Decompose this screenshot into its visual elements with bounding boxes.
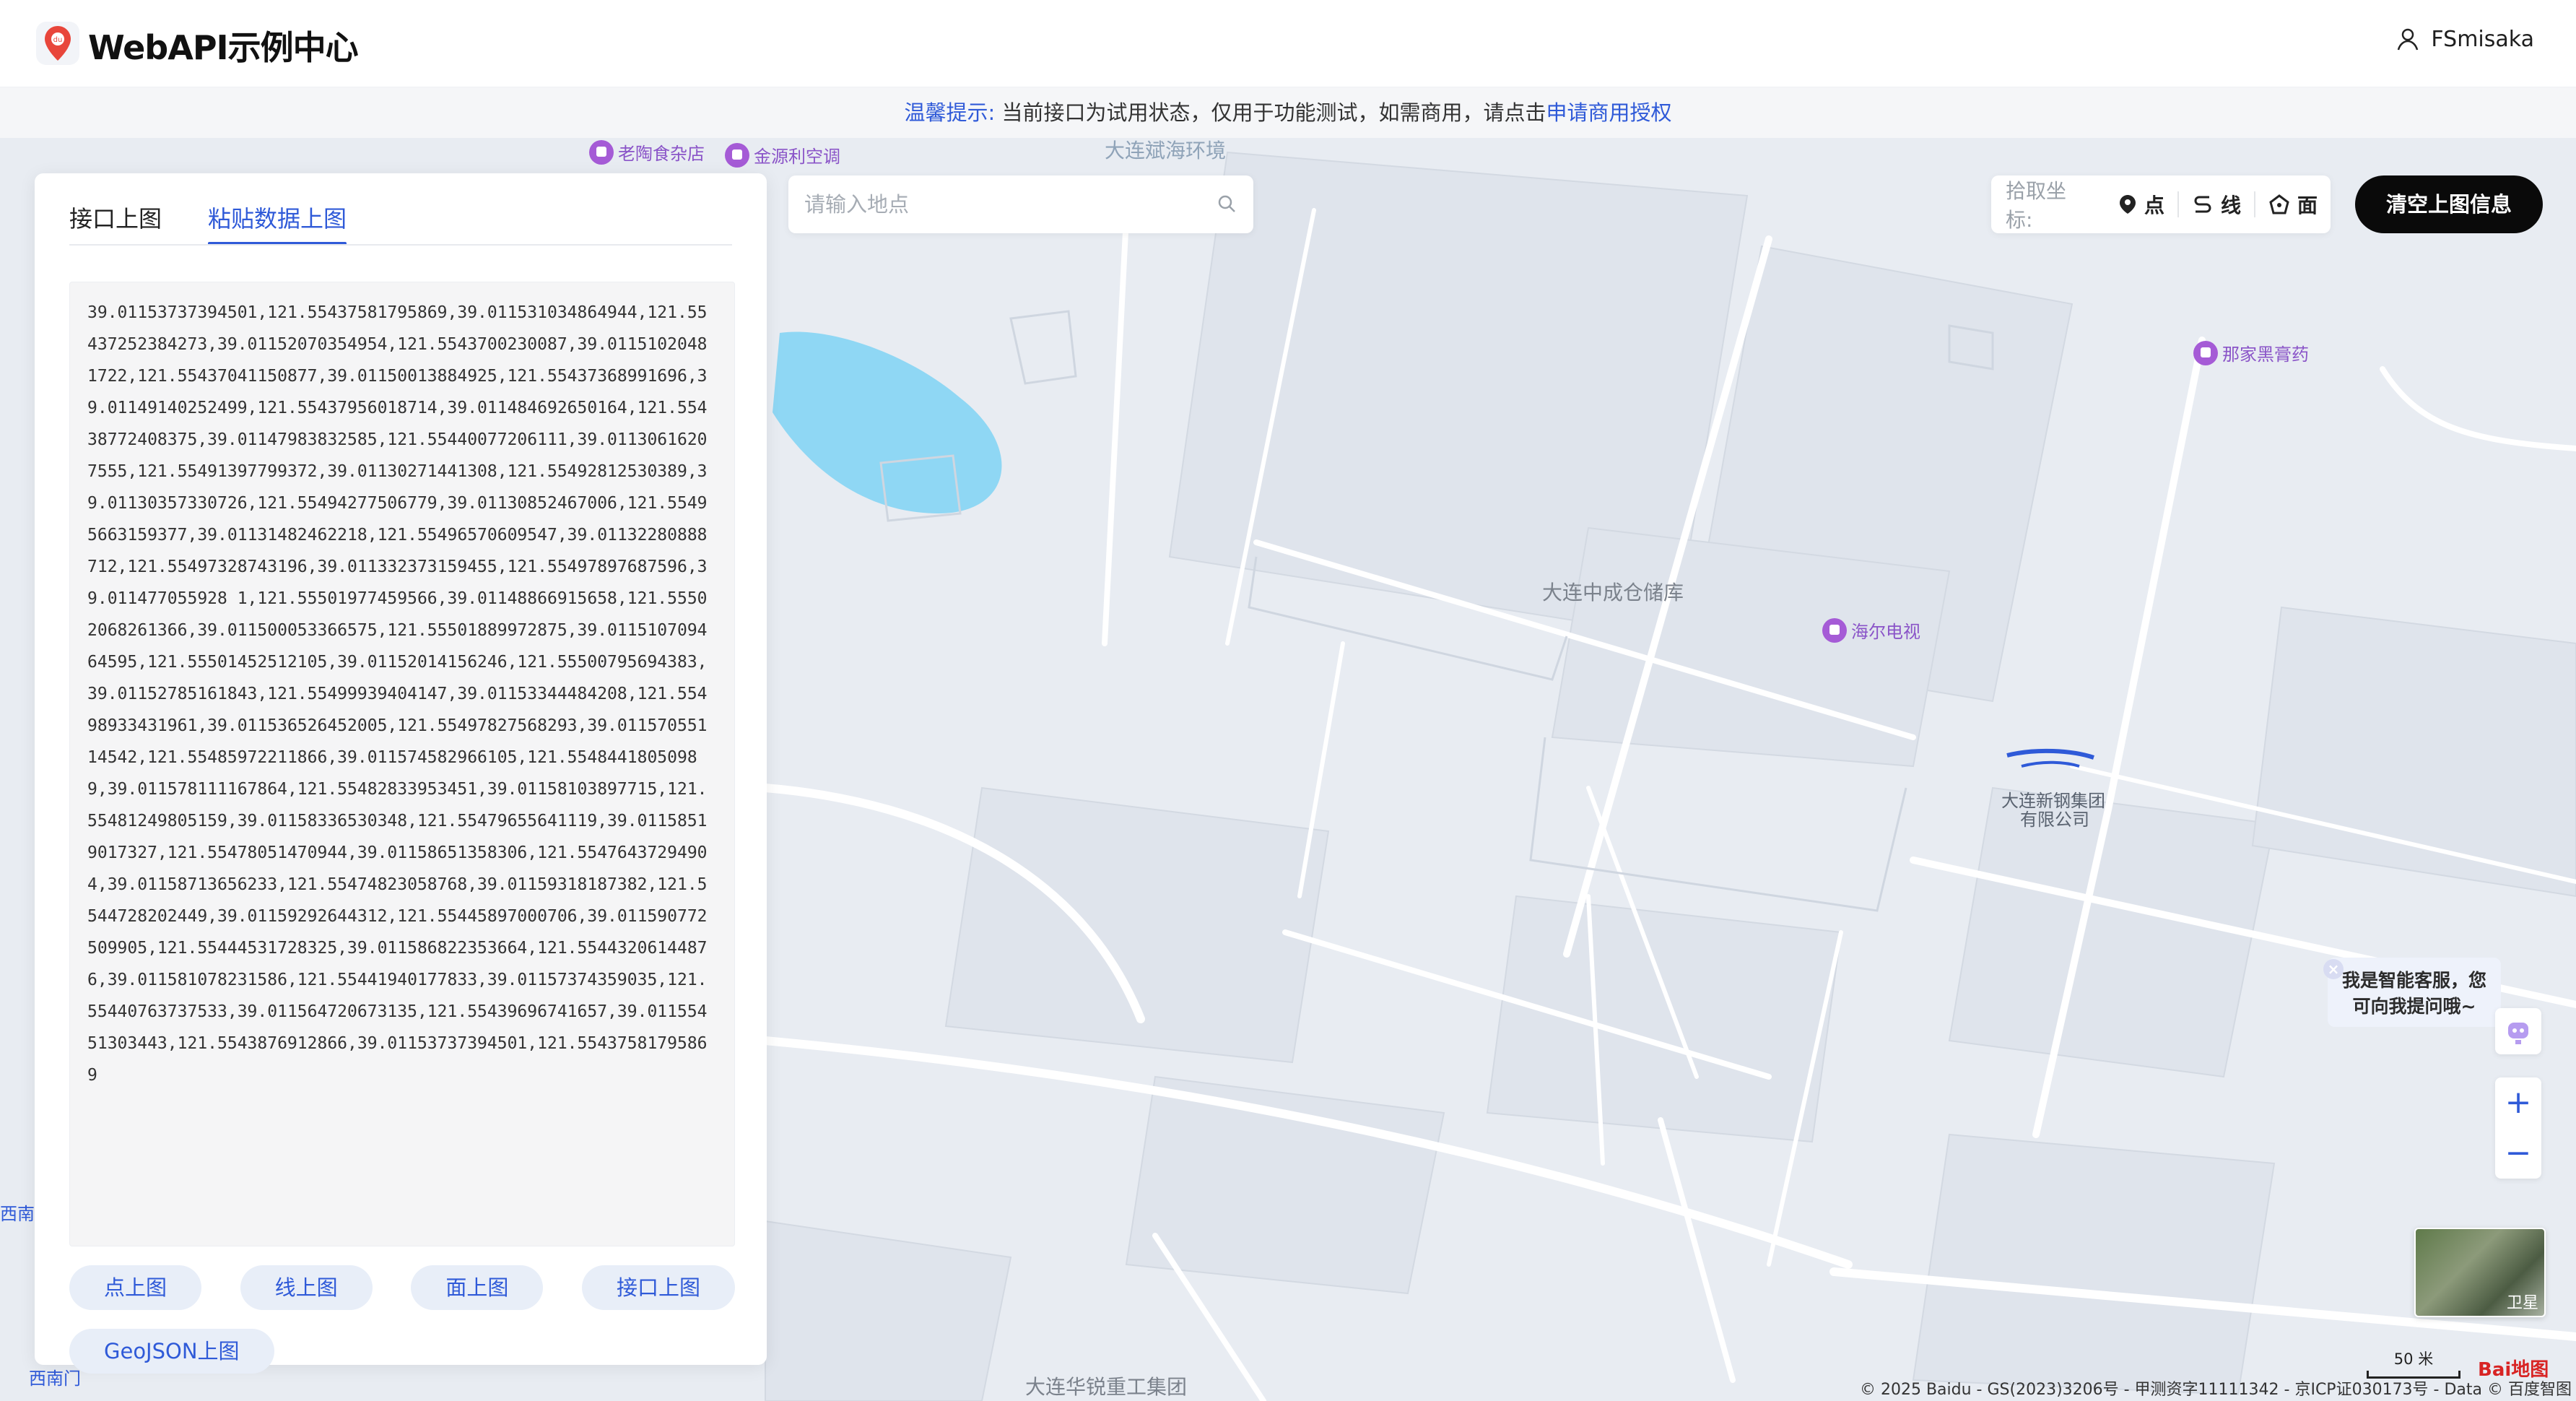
robot-icon [2508,1023,2528,1044]
map-area-label: 西南门 [29,1369,81,1389]
ai-assistant-bubble[interactable]: × 我是智能客服，您 可向我提问哦~ [2323,958,2501,1027]
page-title: WebAPI示例中心 [88,28,359,67]
clear-plot-button[interactable]: 清空上图信息 [2355,175,2543,233]
plot-line-button[interactable]: 线上图 [240,1265,373,1310]
commercial-license-link[interactable]: 申请商用授权 [1546,100,1672,125]
map-poi[interactable]: 金源利空调 [725,142,840,168]
search-input[interactable] [803,175,1210,235]
map-poi[interactable]: 那家黑膏药 [2193,340,2309,365]
location-pin-icon [2120,195,2136,214]
map-poi[interactable]: 老陶食杂店 [589,139,705,165]
shop-pin-icon [1822,617,1847,643]
map-poi[interactable]: 海尔电视 [1822,617,1920,643]
zoom-control: + − [2495,1077,2541,1179]
map-area-label: 西南 [0,1204,35,1224]
tab-api-plot[interactable]: 接口上图 [69,194,162,244]
ai-assistant-button[interactable] [2495,1008,2541,1054]
map-area-label: 大连中成仓储库 [1542,581,1684,604]
search-box [788,175,1253,235]
svg-text:du: du [53,36,63,44]
data-panel: 接口上图 粘贴数据上图 39.01153737394501,121.554375… [35,173,767,1374]
map-area-label: 大连华锐重工集团 [1025,1375,1188,1399]
satellite-label: 卫星 [2506,1294,2538,1312]
polyline-icon [2194,196,2211,213]
polygon-icon [2269,194,2289,214]
plot-geojson-button[interactable]: GeoJSON上图 [69,1329,274,1374]
plot-polygon-button[interactable]: 面上图 [411,1265,544,1310]
pick-label: 拾取坐标: [2006,179,2067,232]
baidu-map-logo-icon: du [36,22,79,65]
tab-divider [69,244,732,246]
close-icon[interactable]: × [2323,959,2344,979]
user-menu[interactable]: FSmisaka [2395,26,2534,52]
shop-pin-icon [2193,340,2218,365]
pick-coordinate-toolbar: 拾取坐标: 点 线 面 [1991,175,2331,233]
tab-paste-data-plot[interactable]: 粘贴数据上图 [208,194,347,246]
map-area-label: 大连斌海环境 [1105,139,1227,162]
pick-area-button[interactable]: 面 [2255,190,2331,219]
user-icon [2398,28,2419,51]
username: FSmisaka [2431,26,2534,52]
notice-bar: 温馨提示: 当前接口为试用状态，仅用于功能测试，如需商用，请点击申请商用授权 [0,87,2576,138]
search-icon[interactable] [1216,193,1237,214]
zoom-in-button[interactable]: + [2495,1077,2541,1128]
pick-point-button[interactable]: 点 [2105,190,2177,219]
plot-api-button[interactable]: 接口上图 [581,1265,735,1310]
map-copyright: © 2025 Baidu - GS(2023)3206号 - 甲测资字11111… [1859,1381,2572,1399]
shop-pin-icon [589,139,614,165]
shop-pin-icon [725,142,749,168]
top-header: du WebAPI示例中心 FSmisaka [0,0,2576,87]
map-scale: 50 米 [2367,1348,2460,1379]
notice-body: 当前接口为试用状态，仅用于功能测试，如需商用，请点击 [995,100,1546,125]
notice-prefix: 温馨提示: [904,100,996,125]
plot-button-row: 点上图 线上图 面上图 接口上图 [69,1265,735,1310]
zoom-out-button[interactable]: − [2495,1128,2541,1179]
coordinate-data-textarea[interactable]: 39.01153737394501,121.55437581795869,39.… [69,282,735,1246]
panel-tabs: 接口上图 粘贴数据上图 [69,194,347,246]
map-area-label: 有限公司 [2020,810,2089,830]
satellite-toggle[interactable]: 卫星 [2414,1228,2546,1317]
plot-point-button[interactable]: 点上图 [69,1265,202,1310]
pick-line-button[interactable]: 线 [2179,190,2254,219]
